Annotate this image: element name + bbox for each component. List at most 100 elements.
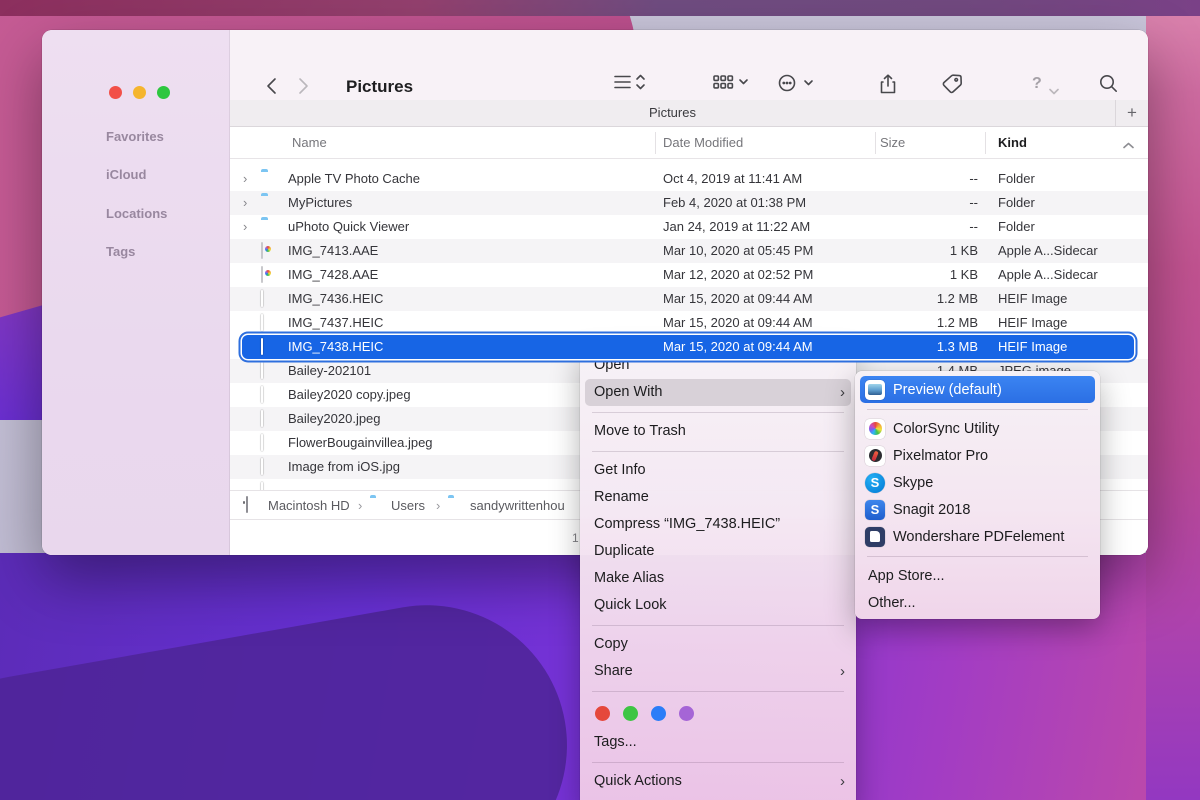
submenu-item-pdfelement[interactable]: Wondershare PDFelement xyxy=(855,523,1100,550)
column-divider[interactable] xyxy=(875,132,876,154)
disclosure-chevron-icon[interactable]: › xyxy=(243,171,247,186)
submenu-item-colorsync[interactable]: ColorSync Utility xyxy=(855,415,1100,442)
menu-item-rename[interactable]: Rename xyxy=(580,484,856,511)
file-kind: Apple A...Sidecar xyxy=(998,267,1098,282)
group-button[interactable] xyxy=(713,74,749,95)
disclosure-chevron-icon[interactable]: › xyxy=(243,219,247,234)
file-kind: Folder xyxy=(998,219,1035,234)
sidebar: Favorites iCloud Locations Tags xyxy=(42,30,230,555)
tag-purple[interactable] xyxy=(679,705,694,721)
menu-item-duplicate[interactable]: Duplicate xyxy=(580,538,856,565)
menu-divider xyxy=(867,555,1088,557)
file-date: Mar 15, 2020 at 09:44 AM xyxy=(663,315,813,330)
menu-divider xyxy=(592,624,844,626)
submenu-item-snagit-label: Snagit 2018 xyxy=(893,501,971,518)
help-chevron-down-icon xyxy=(1049,82,1059,100)
menu-item-quick-actions[interactable]: Quick Actions › xyxy=(580,768,856,795)
file-row[interactable]: › Apple TV Photo Cache Oct 4, 2019 at 11… xyxy=(230,167,1148,191)
file-size: 1.2 MB xyxy=(936,291,978,306)
file-row[interactable]: › uPhoto Quick Viewer Jan 24, 2019 at 11… xyxy=(230,215,1148,239)
file-size: 1.3 MB xyxy=(936,339,978,354)
open-with-submenu: Preview (default) ColorSync Utility Pixe… xyxy=(855,371,1100,619)
forward-button[interactable] xyxy=(298,77,309,100)
search-button[interactable] xyxy=(1099,74,1118,98)
new-tab-button[interactable]: + xyxy=(1115,100,1148,126)
path-separator-icon: › xyxy=(436,498,441,513)
file-row-selected[interactable]: IMG_7438.HEIC Mar 15, 2020 at 09:44 AM 1… xyxy=(230,335,1148,359)
file-kind: HEIF Image xyxy=(998,339,1068,354)
tag-blue[interactable] xyxy=(651,705,666,721)
path-item-users[interactable]: Users xyxy=(391,498,425,513)
submenu-item-other-label: Other... xyxy=(868,594,916,611)
submenu-item-app-store-label: App Store... xyxy=(868,567,945,584)
file-row[interactable]: IMG_7413.AAE Mar 10, 2020 at 05:45 PM 1 … xyxy=(230,239,1148,263)
submenu-chevron-icon: › xyxy=(840,773,845,790)
photo-thumbnail-icon xyxy=(261,410,263,427)
sidebar-section-favorites[interactable]: Favorites xyxy=(106,129,164,144)
file-row[interactable]: IMG_7428.AAE Mar 12, 2020 at 02:52 PM 1 … xyxy=(230,263,1148,287)
view-button[interactable] xyxy=(614,74,646,95)
sidebar-section-icloud[interactable]: iCloud xyxy=(106,167,146,182)
tab-pictures[interactable]: Pictures xyxy=(230,100,1115,126)
menu-divider xyxy=(592,761,844,763)
menu-item-get-info[interactable]: Get Info xyxy=(580,457,856,484)
submenu-item-skype[interactable]: S Skype xyxy=(855,469,1100,496)
menu-divider xyxy=(867,408,1088,410)
zoom-button[interactable] xyxy=(157,86,170,99)
file-name: uPhoto Quick Viewer xyxy=(288,219,410,234)
back-button[interactable] xyxy=(266,77,277,100)
tag-green[interactable] xyxy=(623,705,638,721)
column-header-kind[interactable]: Kind xyxy=(998,135,1027,150)
file-row[interactable]: › MyPictures Feb 4, 2020 at 01:38 PM -- … xyxy=(230,191,1148,215)
column-header-date[interactable]: Date Modified xyxy=(663,135,743,150)
help-toolbar-item[interactable]: ? xyxy=(1032,75,1042,93)
file-kind: Folder xyxy=(998,195,1035,210)
submenu-item-preview[interactable]: Preview (default) xyxy=(860,376,1095,403)
submenu-item-snagit[interactable]: S Snagit 2018 xyxy=(855,496,1100,523)
menu-item-move-to-trash[interactable]: Move to Trash xyxy=(580,418,856,445)
column-header-name[interactable]: Name xyxy=(292,135,327,150)
close-button[interactable] xyxy=(109,86,122,99)
action-button[interactable] xyxy=(778,74,814,97)
menu-item-quick-look[interactable]: Quick Look xyxy=(580,592,856,619)
menu-item-make-alias[interactable]: Make Alias xyxy=(580,565,856,592)
file-size: -- xyxy=(969,219,978,234)
add-tags-button[interactable] xyxy=(942,74,963,99)
menu-item-open-with[interactable]: Open With › xyxy=(585,379,851,406)
column-header-size[interactable]: Size xyxy=(880,135,905,150)
column-divider[interactable] xyxy=(985,132,986,154)
submenu-item-pixelmator-label: Pixelmator Pro xyxy=(893,447,989,464)
menu-item-tags[interactable]: Tags... xyxy=(580,729,856,756)
sidebar-section-tags[interactable]: Tags xyxy=(106,244,135,259)
file-row[interactable]: IMG_7436.HEIC Mar 15, 2020 at 09:44 AM 1… xyxy=(230,287,1148,311)
submenu-item-skype-label: Skype xyxy=(893,474,934,491)
context-menu: Open Open With › Move to Trash Get Info … xyxy=(580,348,856,800)
file-date: Oct 4, 2019 at 11:41 AM xyxy=(663,171,803,186)
file-name: IMG_7437.HEIC xyxy=(288,315,384,330)
share-button[interactable] xyxy=(879,74,897,99)
minimize-button[interactable] xyxy=(133,86,146,99)
file-name: FlowerBougainvillea.jpeg xyxy=(288,435,433,450)
submenu-item-other[interactable]: Other... xyxy=(855,589,1100,616)
column-divider[interactable] xyxy=(655,132,656,154)
submenu-item-pixelmator[interactable]: Pixelmator Pro xyxy=(855,442,1100,469)
menu-item-copy[interactable]: Copy xyxy=(580,631,856,658)
path-item-user-home[interactable]: sandywrittenhou xyxy=(470,498,565,513)
tag-red[interactable] xyxy=(595,705,610,721)
menu-item-share-label: Share xyxy=(594,663,633,679)
list-column-headers: Name Date Modified Size Kind xyxy=(230,127,1148,159)
menu-item-share[interactable]: Share › xyxy=(580,658,856,685)
path-item-macintosh-hd[interactable]: Macintosh HD xyxy=(268,498,350,513)
sidebar-section-locations[interactable]: Locations xyxy=(106,206,167,221)
photo-thumbnail-icon xyxy=(261,434,263,451)
photo-thumbnail-icon xyxy=(261,314,263,331)
disclosure-chevron-icon[interactable]: › xyxy=(243,195,247,210)
file-size: -- xyxy=(969,171,978,186)
menu-item-compress[interactable]: Compress “IMG_7438.HEIC” xyxy=(580,511,856,538)
submenu-item-app-store[interactable]: App Store... xyxy=(855,562,1100,589)
sort-ascending-icon[interactable] xyxy=(1123,137,1134,152)
file-row[interactable]: IMG_7437.HEIC Mar 15, 2020 at 09:44 AM 1… xyxy=(230,311,1148,335)
file-name: IMG_7428.AAE xyxy=(288,267,379,282)
hard-drive-icon xyxy=(246,496,248,513)
pixelmator-app-icon xyxy=(865,445,885,466)
